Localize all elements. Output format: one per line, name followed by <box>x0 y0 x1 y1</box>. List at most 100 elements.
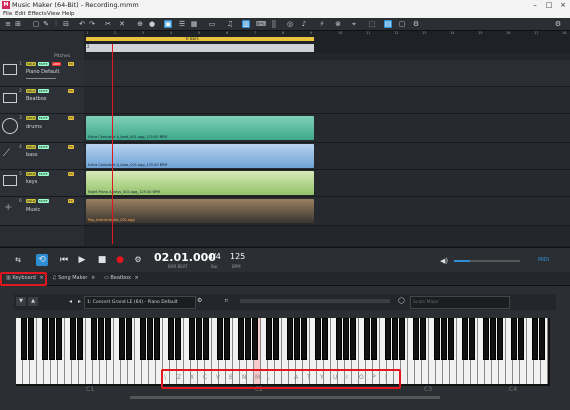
settings-icon[interactable]: ⇆ <box>12 254 24 266</box>
beat-icon[interactable]: ⣿ <box>270 20 278 28</box>
black-key[interactable] <box>350 318 356 360</box>
black-key[interactable] <box>301 318 307 360</box>
solo-button[interactable]: SOLO <box>26 199 37 203</box>
black-key[interactable] <box>91 318 97 360</box>
black-key[interactable] <box>119 318 125 360</box>
black-key[interactable] <box>336 318 342 360</box>
black-key[interactable] <box>49 318 55 360</box>
metronome-icon[interactable]: ⚙ <box>132 254 144 266</box>
black-key[interactable] <box>42 318 48 360</box>
clip-keys[interactable]: Night Piano A_keys_002.ogg_125.00 BPM <box>86 171 314 195</box>
select-icon[interactable]: ▢ <box>32 20 40 28</box>
black-key[interactable] <box>21 318 27 360</box>
menu-edit[interactable]: Edit <box>15 10 26 18</box>
menu-file[interactable]: File <box>3 10 12 18</box>
black-key[interactable] <box>343 318 349 360</box>
tab-song-maker[interactable]: ♫ Song Maker × <box>52 273 95 284</box>
playhead[interactable] <box>112 44 113 244</box>
keyboard-range-slider[interactable] <box>240 299 390 303</box>
volume-slider[interactable] <box>26 78 56 79</box>
black-key[interactable] <box>224 318 230 360</box>
menu-help[interactable]: Help <box>62 10 75 18</box>
black-key[interactable] <box>469 318 475 360</box>
mic-icon[interactable]: ♪ <box>300 20 308 28</box>
track-header-piano[interactable]: 1 Piano Default SOLO MUTE ARM FX <box>0 60 84 87</box>
fx-button[interactable]: FX <box>68 62 74 66</box>
target-icon[interactable]: ⊗ <box>334 20 342 28</box>
time-signature[interactable]: 4/4 <box>208 252 221 261</box>
folder-icon[interactable]: ▣ <box>164 20 172 28</box>
note-icon[interactable]: ♫ <box>226 20 234 28</box>
solo-button[interactable]: SOLO <box>26 116 37 120</box>
grid-icon[interactable]: ▦ <box>190 20 198 28</box>
black-key[interactable] <box>518 318 524 360</box>
split-icon[interactable]: ⫶ <box>52 20 60 28</box>
mute-button[interactable]: MUTE <box>38 89 49 93</box>
glue-icon[interactable]: ⊟ <box>62 20 70 28</box>
black-key[interactable] <box>399 318 405 360</box>
black-key[interactable] <box>448 318 454 360</box>
black-key[interactable] <box>238 318 244 360</box>
black-key[interactable] <box>126 318 132 360</box>
settings-icon[interactable]: ⚙ <box>412 20 420 28</box>
black-key[interactable] <box>483 318 489 360</box>
mute-button[interactable]: MUTE <box>38 62 49 66</box>
black-key[interactable] <box>371 318 377 360</box>
close-button[interactable]: × <box>556 0 570 10</box>
list-icon[interactable]: ☰ <box>178 20 186 28</box>
black-key[interactable] <box>441 318 447 360</box>
arm-button[interactable]: ARM <box>52 62 61 66</box>
clip-bass[interactable]: Extra Complete A_bass_001.ogg_125.00 BPM <box>86 144 314 168</box>
fx-button[interactable]: FX <box>68 199 74 203</box>
cut-icon[interactable]: ✂ <box>104 20 112 28</box>
mute-button[interactable]: MUTE <box>38 116 49 120</box>
black-key[interactable] <box>140 318 146 360</box>
mute-button[interactable]: MUTE <box>38 145 49 149</box>
loop-button[interactable]: ⟲ <box>36 254 48 266</box>
black-key[interactable] <box>196 318 202 360</box>
bpm-display[interactable]: 125 <box>230 252 245 261</box>
keyboard-scrollbar[interactable] <box>130 396 440 399</box>
black-key[interactable] <box>175 318 181 360</box>
scale-icon[interactable]: ◯ <box>398 297 405 304</box>
clip-music[interactable]: Pop_Instrumental_001.ogg <box>86 199 314 223</box>
menu-view[interactable]: View <box>47 10 60 18</box>
solo-button[interactable]: SOLO <box>26 145 37 149</box>
mixer-icon[interactable]: ≡ <box>4 20 12 28</box>
black-key[interactable] <box>98 318 104 360</box>
lane-beatbox[interactable] <box>84 87 570 114</box>
stop-button[interactable]: ■ <box>96 254 108 266</box>
black-key[interactable] <box>28 318 34 360</box>
close-icon[interactable]: × <box>135 275 139 281</box>
arpeggiator-icon[interactable]: ⠶ <box>224 297 228 304</box>
track-header-beatbox[interactable]: 2 Beatbox SOLO MUTE FX <box>0 87 84 114</box>
black-key[interactable] <box>420 318 426 360</box>
monitor-icon[interactable]: ▢ <box>398 20 406 28</box>
track-header-drums[interactable]: 3 drums SOLO MUTE FX <box>0 114 84 143</box>
piano-icon[interactable]: ▥ <box>242 20 250 28</box>
black-key[interactable] <box>294 318 300 360</box>
fx-button[interactable]: FX <box>68 145 74 149</box>
add-icon[interactable]: ⊕ <box>136 20 144 28</box>
black-key[interactable] <box>154 318 160 360</box>
midi-indicator[interactable]: MIDI <box>538 257 549 263</box>
black-key[interactable] <box>315 318 321 360</box>
octave-up-button[interactable]: ▲ <box>28 297 38 306</box>
screen-icon[interactable]: ▤ <box>384 20 392 28</box>
lane-bass[interactable]: Extra Complete A_bass_001.ogg_125.00 BPM <box>84 143 570 170</box>
lane-music[interactable]: Pop_Instrumental_001.ogg <box>84 197 570 226</box>
track-header-bass[interactable]: ⟋ 4 bass SOLO MUTE FX <box>0 143 84 170</box>
black-key[interactable] <box>56 318 62 360</box>
cursor-icon[interactable]: ⌖ <box>350 20 358 28</box>
mute-button[interactable]: MUTE <box>38 199 49 203</box>
black-key[interactable] <box>532 318 538 360</box>
timeline-ruler[interactable]: 6 Bars 2 1 2 3 4 5 6 7 8 9 10 11 12 13 1… <box>84 31 570 53</box>
maximize-button[interactable]: □ <box>542 0 556 10</box>
black-key[interactable] <box>385 318 391 360</box>
black-key[interactable] <box>434 318 440 360</box>
black-key[interactable] <box>322 318 328 360</box>
lane-keys[interactable]: Night Piano A_keys_002.ogg_125.00 BPM <box>84 170 570 197</box>
clip-drums[interactable]: Extra Complete A_beat_001.ogg_125.00 BPM <box>86 116 314 140</box>
draw-icon[interactable]: ✎ <box>42 20 50 28</box>
delete-icon[interactable]: ✕ <box>118 20 126 28</box>
